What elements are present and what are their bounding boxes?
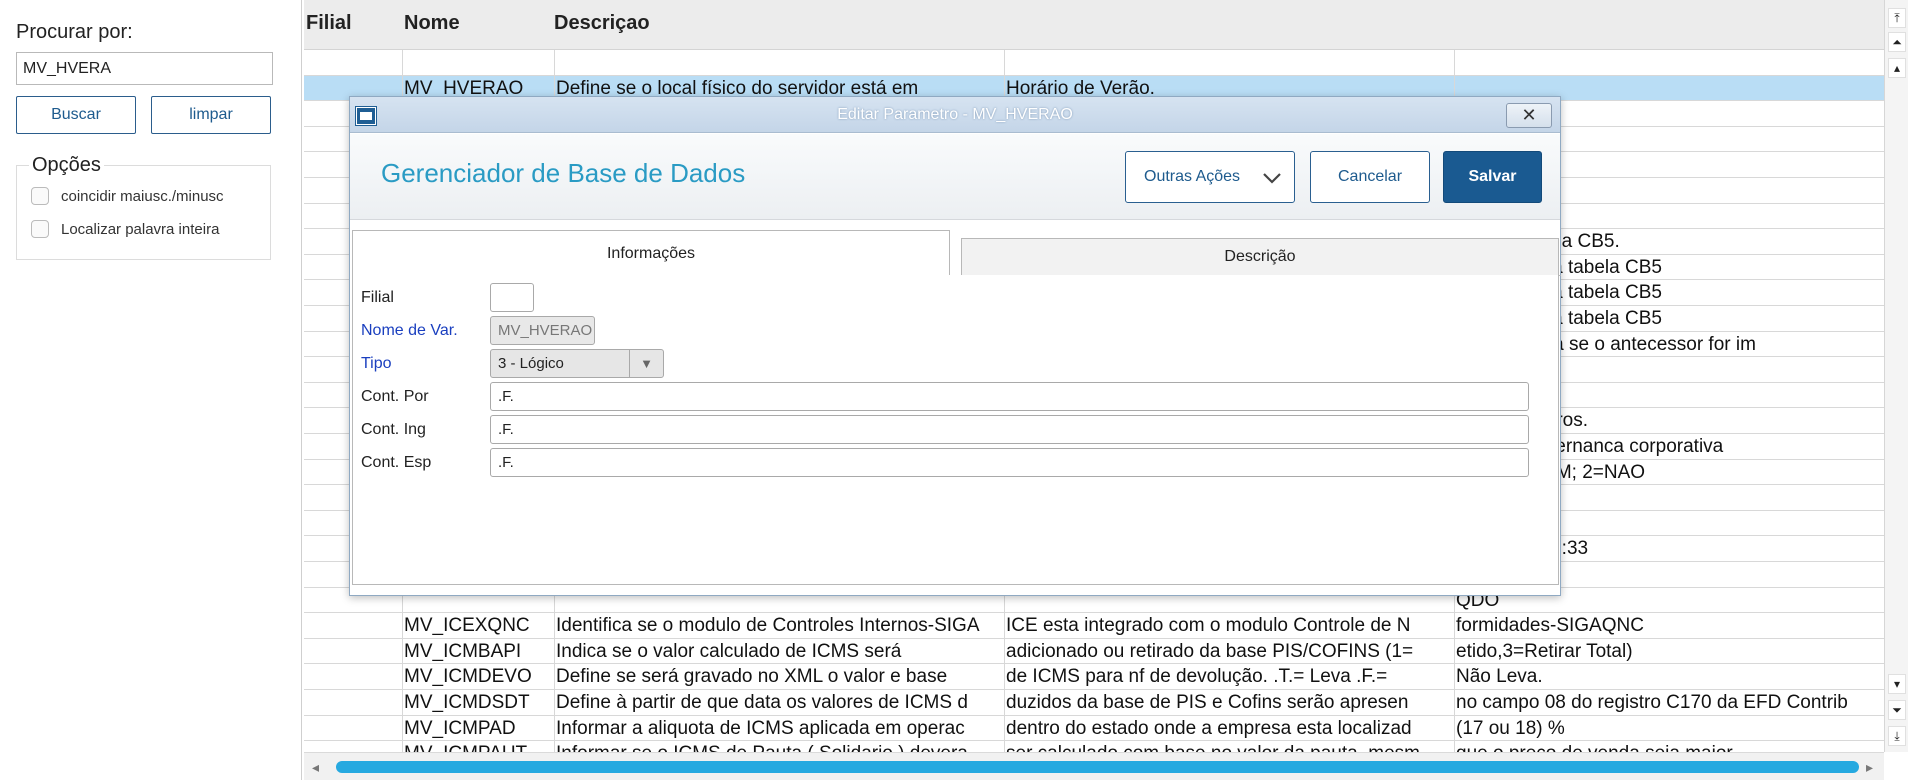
tipo-selected-value: 3 - Lógico xyxy=(498,355,564,372)
table-row[interactable]: MV_ICMDSDT Define à partir de que data os… xyxy=(304,690,1884,716)
cell-descricao-cont: formidades-SIGAQNC xyxy=(1456,615,1644,637)
whole-word-option[interactable]: Localizar palavra inteira xyxy=(31,220,219,238)
scroll-page-up-icon[interactable]: ⏶ xyxy=(1888,32,1906,52)
table-row[interactable]: MV_ICMBAPI Indica se o valor calculado de… xyxy=(304,639,1884,665)
clear-button[interactable]: limpar xyxy=(151,96,271,134)
scroll-left-icon[interactable]: ◂ xyxy=(312,759,319,776)
other-actions-button[interactable]: Outras Ações xyxy=(1125,151,1295,203)
scroll-last-icon[interactable]: ⤓ xyxy=(1888,726,1906,746)
cell-descricao: Indica se o valor calculado de ICMS será xyxy=(556,640,902,662)
dialog-heading: Gerenciador de Base de Dados xyxy=(381,158,746,188)
cont-esp-field[interactable]: .F. xyxy=(490,448,1529,477)
whole-word-checkbox[interactable] xyxy=(31,220,49,238)
filial-label: Filial xyxy=(361,289,394,306)
cont-ing-label: Cont. Ing xyxy=(361,421,426,438)
cell-nome: MV_ICMBAPI xyxy=(404,640,522,662)
cell-descricao-cont: no campo 08 do registro C170 da EFD Cont… xyxy=(1456,692,1848,713)
tipo-select[interactable]: 3 - Lógico ▼ xyxy=(490,349,664,378)
tipo-label: Tipo xyxy=(361,355,392,372)
search-label: Procurar por: xyxy=(16,21,133,43)
search-panel: Procurar por: Buscar limpar Opções coinc… xyxy=(0,0,302,780)
dialog-tabs: Informações Descrição xyxy=(350,230,1560,276)
table-row[interactable]: MV_ICMPAD Informar a aliquota de ICMS apl… xyxy=(304,716,1884,742)
tab-descricao[interactable]: Descrição xyxy=(961,238,1559,276)
cell-descricao-cont: ICE esta integrado com o modulo Controle… xyxy=(1006,615,1411,637)
cont-ing-field[interactable]: .F. xyxy=(490,415,1529,444)
nome-var-field: MV_HVERAO xyxy=(490,316,595,345)
cell-descricao: Identifica se o modulo de Controles Inte… xyxy=(556,615,980,637)
cont-por-field[interactable]: .F. xyxy=(490,382,1529,411)
vertical-scrollbar[interactable]: ⤒ ⏶ ▴ ▾ ⏷ ⤓ xyxy=(1884,0,1908,752)
cell-descricao-cont: dentro do estado onde a empresa esta loc… xyxy=(1006,717,1412,739)
chevron-down-icon xyxy=(1262,168,1282,191)
scroll-first-icon[interactable]: ⤒ xyxy=(1888,8,1906,28)
scroll-down-icon[interactable]: ▾ xyxy=(1888,674,1906,694)
match-case-label: coincidir maiusc./minusc xyxy=(61,187,224,205)
table-row[interactable]: MV_ICEXQNC Identifica se o modulo de Cont… xyxy=(304,613,1884,639)
cell-descricao-cont: etido,3=Retirar Total) xyxy=(1456,640,1633,662)
cell-nome: MV_ICEXQNC xyxy=(404,615,530,637)
cell-descricao-cont xyxy=(1006,51,1458,75)
tab-informacoes[interactable]: Informações xyxy=(352,230,950,276)
cell-nome xyxy=(404,51,552,75)
table-row[interactable]: MV_ICMDEVO Define se será gravado no XML … xyxy=(304,664,1884,690)
search-button[interactable]: Buscar xyxy=(16,96,136,134)
cell-descricao: Define à partir de que data os valores d… xyxy=(556,692,968,713)
cell-descricao-cont: duzidos da base de PIS e Cofins serão ap… xyxy=(1006,692,1409,713)
cell-nome: MV_ICMDEVO xyxy=(404,666,532,688)
cell-nome: MV_ICMPAD xyxy=(404,717,516,739)
close-button[interactable]: ✕ xyxy=(1506,103,1552,128)
scroll-up-icon[interactable]: ▴ xyxy=(1888,58,1906,78)
save-button[interactable]: Salvar xyxy=(1443,151,1542,203)
cell-nome: MV_ICMDSDT xyxy=(404,692,530,713)
cancel-button[interactable]: Cancelar xyxy=(1310,151,1430,203)
dialog-header: Gerenciador de Base de Dados Outras Açõe… xyxy=(350,134,1560,220)
edit-parameter-dialog: Editar Parametro - MV_HVERAO ✕ Gerenciad… xyxy=(349,96,1561,596)
cell-descricao xyxy=(556,51,1008,75)
dialog-title: Editar Parametro - MV_HVERAO xyxy=(837,106,1073,123)
cell-descricao-cont: Não Leva. xyxy=(1456,666,1543,688)
cont-por-label: Cont. Por xyxy=(361,388,429,405)
whole-word-label: Localizar palavra inteira xyxy=(61,220,220,238)
filial-field[interactable] xyxy=(490,283,534,312)
close-icon: ✕ xyxy=(1521,105,1537,125)
other-actions-label: Outras Ações xyxy=(1144,168,1241,185)
match-case-option[interactable]: coincidir maiusc./minusc xyxy=(31,187,224,205)
cell-descricao-cont: de ICMS para nf de devolução. .T.= Leva … xyxy=(1006,666,1388,688)
match-case-checkbox[interactable] xyxy=(31,187,49,205)
options-title: Opções xyxy=(29,154,104,177)
options-group: Opções coincidir maiusc./minusc Localiza… xyxy=(16,154,271,260)
search-input[interactable] xyxy=(16,52,273,85)
cell-descricao: Define se será gravado no XML o valor e … xyxy=(556,666,948,688)
dropdown-arrow-icon[interactable]: ▼ xyxy=(629,350,663,377)
dialog-titlebar[interactable]: Editar Parametro - MV_HVERAO ✕ xyxy=(350,97,1560,133)
scroll-right-icon[interactable]: ▸ xyxy=(1866,759,1873,776)
horizontal-scroll-thumb[interactable] xyxy=(336,761,1859,773)
header-nome[interactable]: Nome xyxy=(404,12,460,35)
grid-header: Filial Nome Descriçao xyxy=(304,0,1884,50)
nome-var-label: Nome de Var. xyxy=(361,322,458,339)
cell-descricao-cont xyxy=(1456,51,1884,75)
cell-descricao-cont: adicionado ou retirado da base PIS/COFIN… xyxy=(1006,640,1414,662)
horizontal-scrollbar[interactable]: ◂ ▸ xyxy=(304,752,1884,780)
scroll-page-down-icon[interactable]: ⏷ xyxy=(1888,700,1906,720)
header-descricao[interactable]: Descriçao xyxy=(554,12,650,35)
cont-esp-label: Cont. Esp xyxy=(361,454,432,471)
header-filial[interactable]: Filial xyxy=(306,12,352,35)
informacoes-panel: Filial Nome de Var. MV_HVERAO Tipo 3 - L… xyxy=(352,275,1559,585)
cell-descricao-cont: (17 ou 18) % xyxy=(1456,717,1565,739)
cell-descricao: Informar a aliquota de ICMS aplicada em … xyxy=(556,717,965,739)
table-row[interactable] xyxy=(304,50,1884,76)
